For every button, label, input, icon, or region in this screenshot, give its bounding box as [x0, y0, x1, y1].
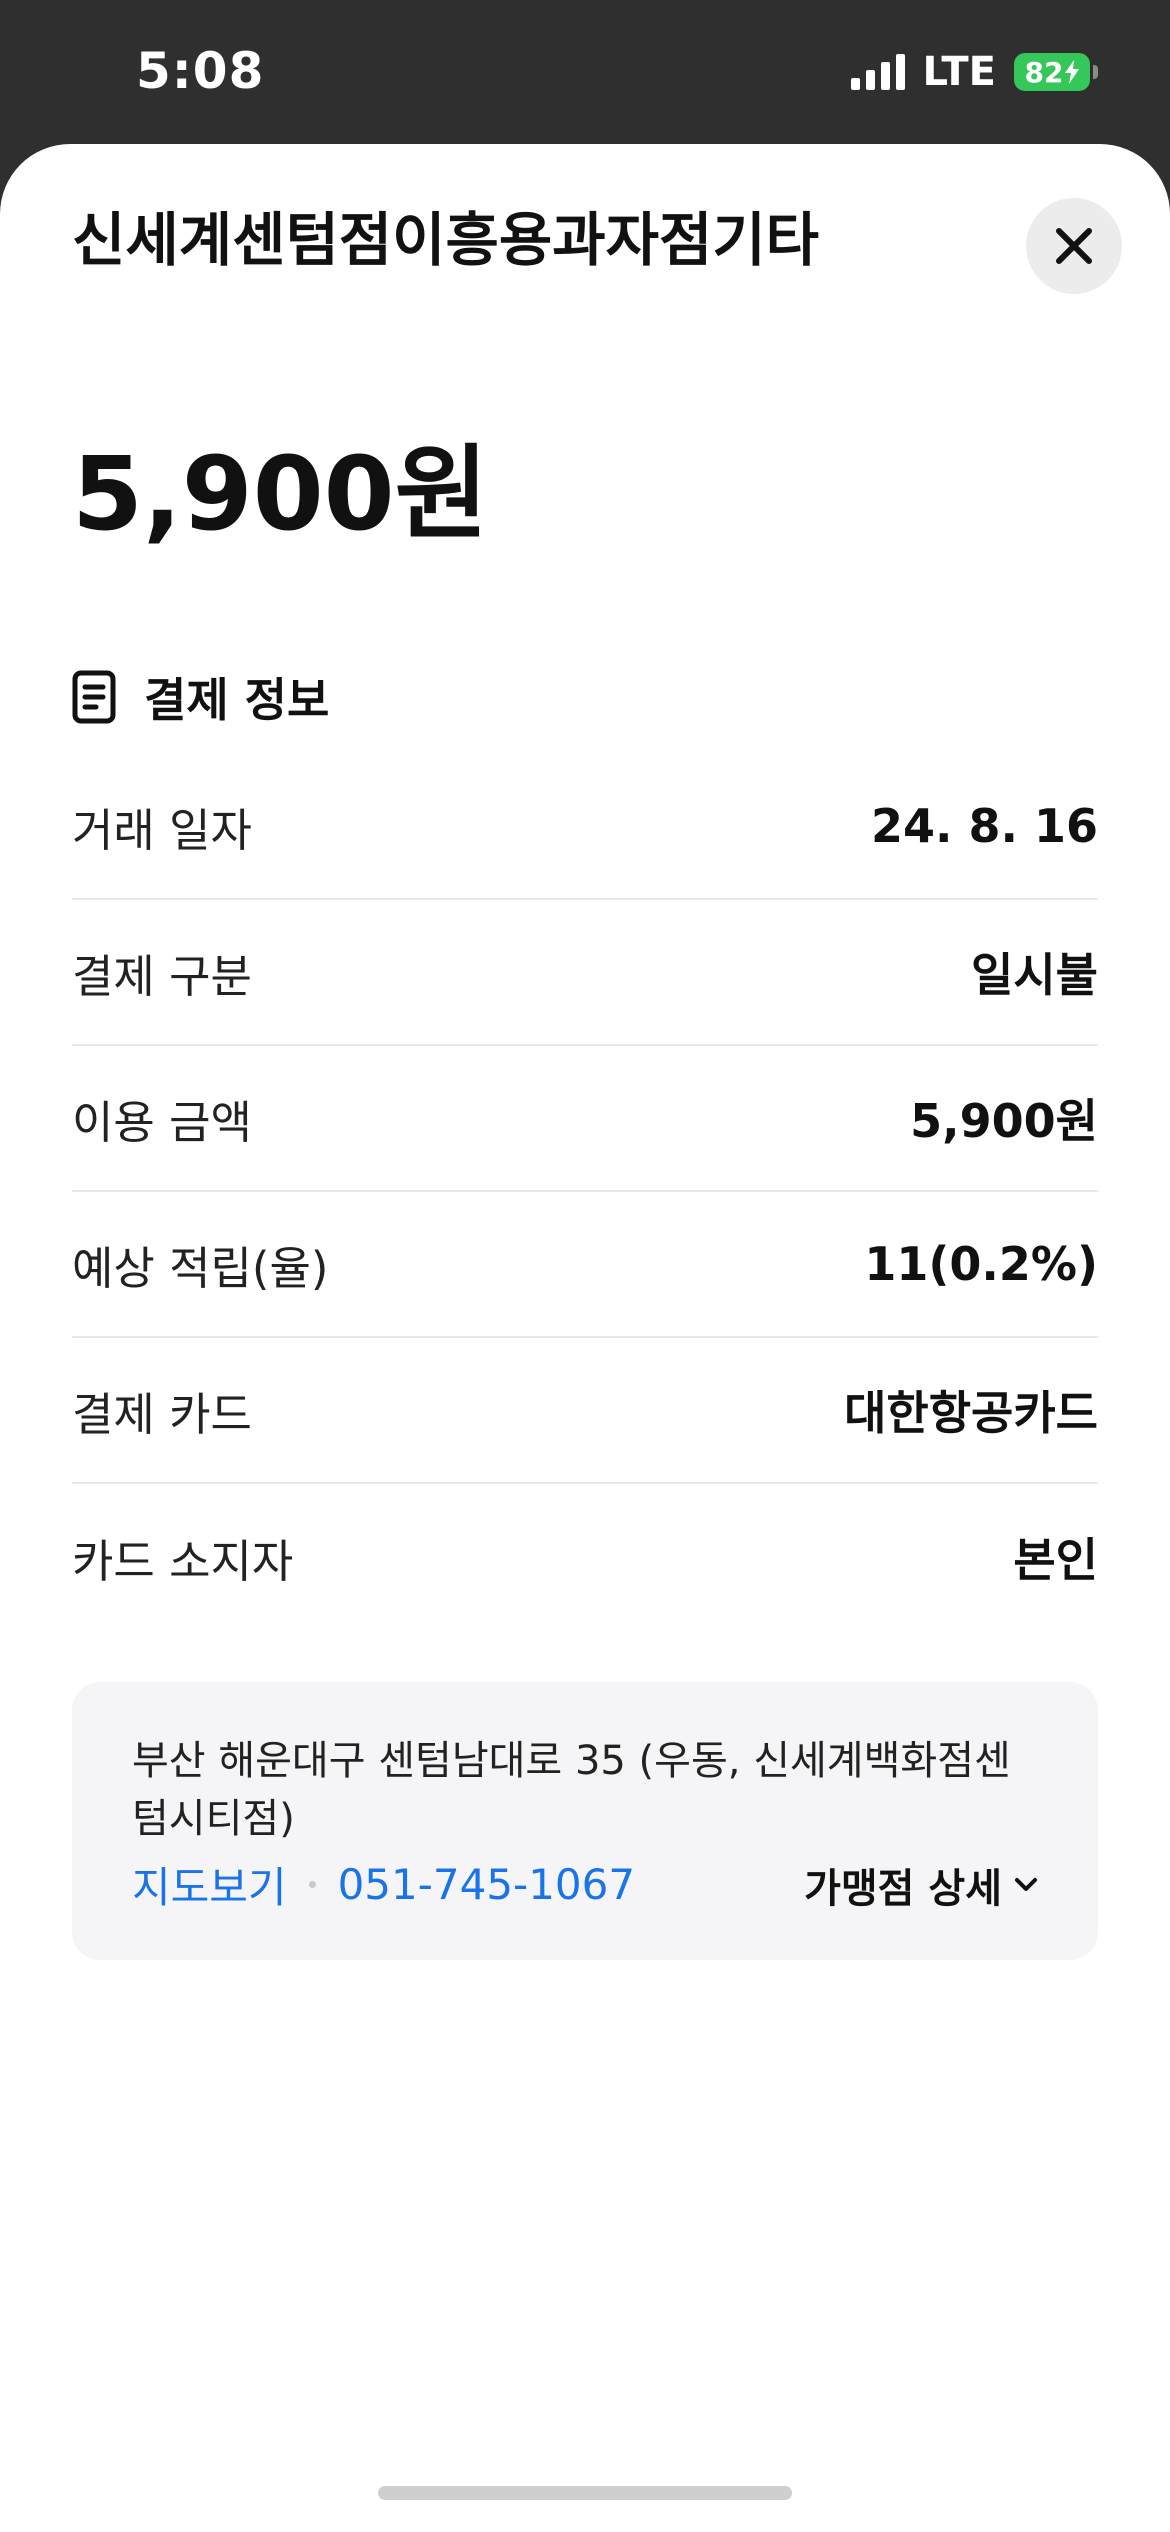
info-value: 5,900원	[910, 1094, 1098, 1148]
chevron-down-icon	[1015, 1877, 1037, 1891]
merchant-detail-label: 가맹점 상세	[804, 1865, 1002, 1912]
charging-bolt-icon	[1065, 60, 1080, 84]
status-indicators: LTE 82	[850, 49, 1098, 95]
transaction-amount: 5,900원	[72, 435, 489, 554]
close-button[interactable]	[1026, 198, 1122, 294]
info-label: 카드 소지자	[72, 1534, 294, 1588]
close-icon	[1056, 228, 1092, 264]
info-value: 본인	[1013, 1533, 1098, 1587]
status-time: 5:08	[136, 42, 265, 100]
merchant-title: 신세계센텀점이흥용과자점기타	[72, 206, 820, 274]
battery-icon: 82	[1014, 53, 1098, 91]
info-row-card-holder: 카드 소지자 본인	[72, 1484, 1098, 1630]
info-row-expected-points: 예상 적립(율) 11(0.2%)	[72, 1192, 1098, 1338]
info-label: 예상 적립(율)	[72, 1241, 329, 1295]
merchant-address: 부산 해운대구 센텀남대로 35 (우동, 신세계백화점센텀시티점)	[132, 1738, 1011, 1842]
battery-cap	[1093, 65, 1098, 79]
info-value: 일시불	[971, 948, 1098, 1002]
map-link[interactable]: 지도보기	[132, 1854, 287, 1915]
info-value: 대한항공카드	[844, 1386, 1098, 1440]
payment-info-list: 거래 일자 24. 8. 16 결제 구분 일시불 이용 금액 5,900원 예…	[72, 754, 1098, 1630]
info-row-transaction-date: 거래 일자 24. 8. 16	[72, 754, 1098, 900]
transaction-detail-sheet: 신세계센텀점이흥용과자점기타 5,900원 결제 정보 거래 일자 24. 8.…	[0, 144, 1170, 2532]
info-row-payment-card: 결제 카드 대한항공카드	[72, 1338, 1098, 1484]
receipt-icon	[72, 670, 116, 724]
payment-info-header: 결제 정보	[72, 664, 329, 730]
battery-level: 82	[1024, 55, 1064, 89]
merchant-detail-button[interactable]: 가맹점 상세	[804, 1856, 1038, 1914]
info-label: 이용 금액	[72, 1095, 252, 1149]
info-label: 결제 카드	[72, 1387, 252, 1441]
merchant-action-links: 지도보기 051-745-1067	[132, 1854, 635, 1915]
network-type: LTE	[922, 49, 996, 95]
phone-link[interactable]: 051-745-1067	[338, 1860, 636, 1909]
info-label: 결제 구분	[72, 949, 252, 1003]
info-value: 11(0.2%)	[864, 1237, 1098, 1291]
info-row-usage-amount: 이용 금액 5,900원	[72, 1046, 1098, 1192]
section-title: 결제 정보	[144, 673, 330, 727]
info-row-payment-type: 결제 구분 일시불	[72, 900, 1098, 1046]
signal-icon	[850, 54, 905, 90]
separator-dot	[308, 1881, 316, 1888]
merchant-info-card: 부산 해운대구 센텀남대로 35 (우동, 신세계백화점센텀시티점) 지도보기 …	[72, 1682, 1098, 1960]
info-value: 24. 8. 16	[870, 799, 1098, 853]
home-indicator[interactable]	[378, 2486, 792, 2500]
info-label: 거래 일자	[72, 803, 252, 857]
status-bar: 5:08 LTE 82	[0, 0, 1170, 150]
merchant-links: 지도보기 051-745-1067 가맹점 상세	[132, 1854, 1038, 1915]
